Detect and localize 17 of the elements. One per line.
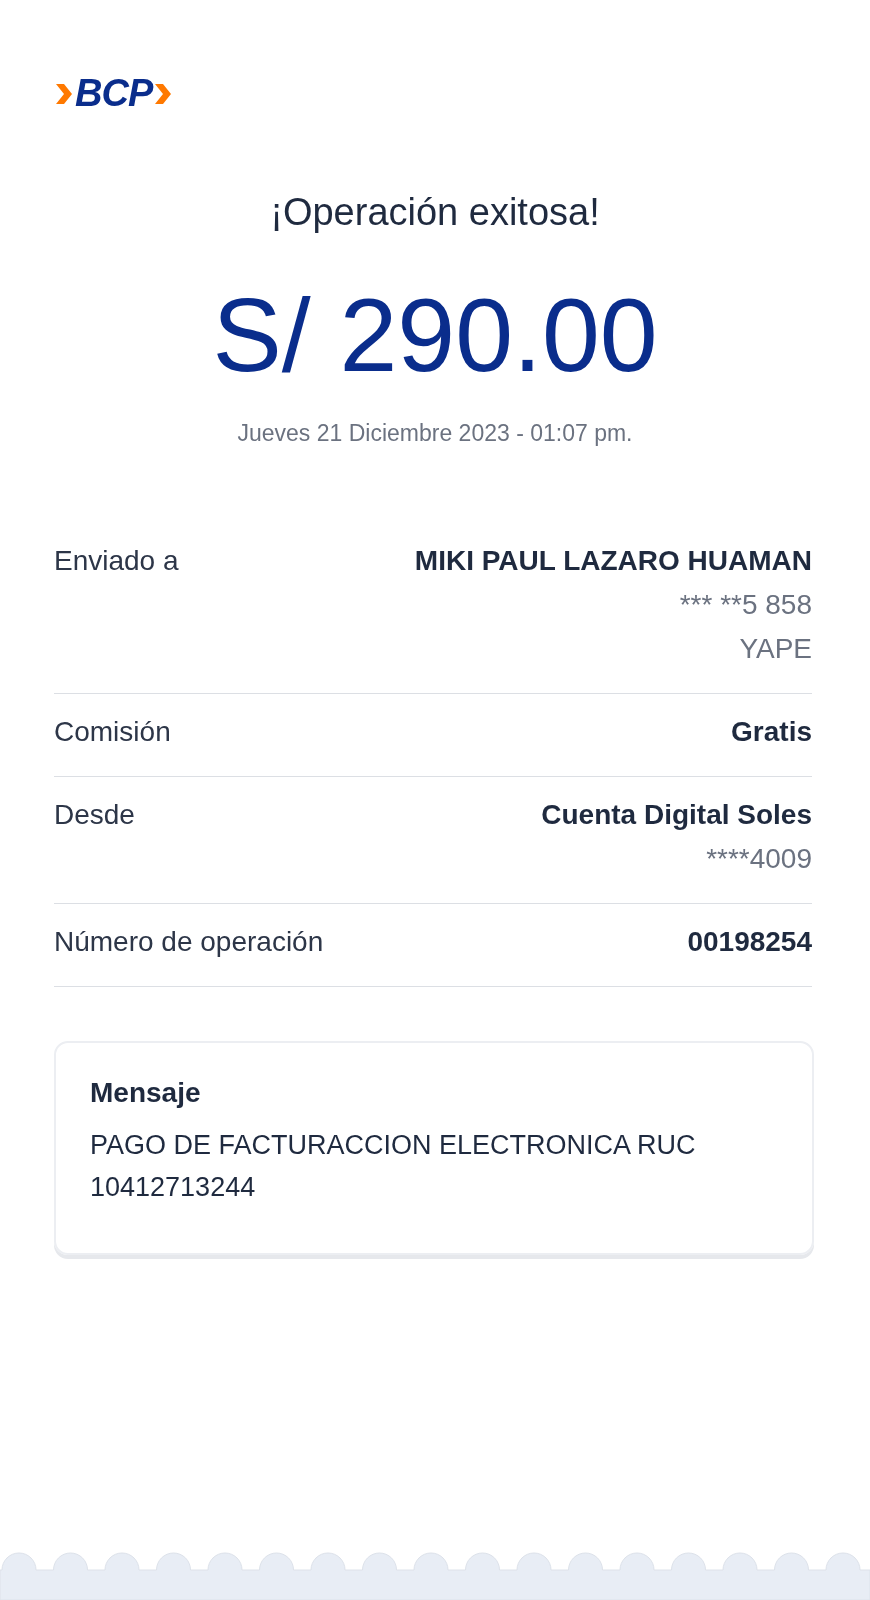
detail-value: Cuenta Digital Soles [541, 799, 812, 832]
detail-label: Comisión [54, 716, 171, 749]
detail-value: ****4009 [706, 843, 812, 876]
success-title: ¡Operación exitosa! [269, 191, 601, 234]
detail-value: *** **5 858 [679, 589, 812, 622]
amount: S/ 290.00 [211, 278, 659, 393]
logo-text: BCP [75, 72, 153, 115]
detail-value: Gratis [731, 716, 812, 749]
detail-label: Desde [54, 799, 135, 833]
detail-value: MIKI PAUL LAZARO HUAMAN [414, 545, 812, 578]
date-time: Jueves 21 Diciembre 2023 - 01:07 pm. [236, 420, 634, 448]
detail-value: 00198254 [687, 926, 812, 959]
detail-label: Número de operación [54, 926, 324, 959]
message-text: PAGO DE FACTURACCION ELECTRONICA RUC 10412713244 [90, 1129, 697, 1205]
message-title: Mensaje [90, 1077, 202, 1110]
detail-value: YAPE [739, 633, 812, 666]
detail-label: Enviado a [54, 545, 179, 579]
